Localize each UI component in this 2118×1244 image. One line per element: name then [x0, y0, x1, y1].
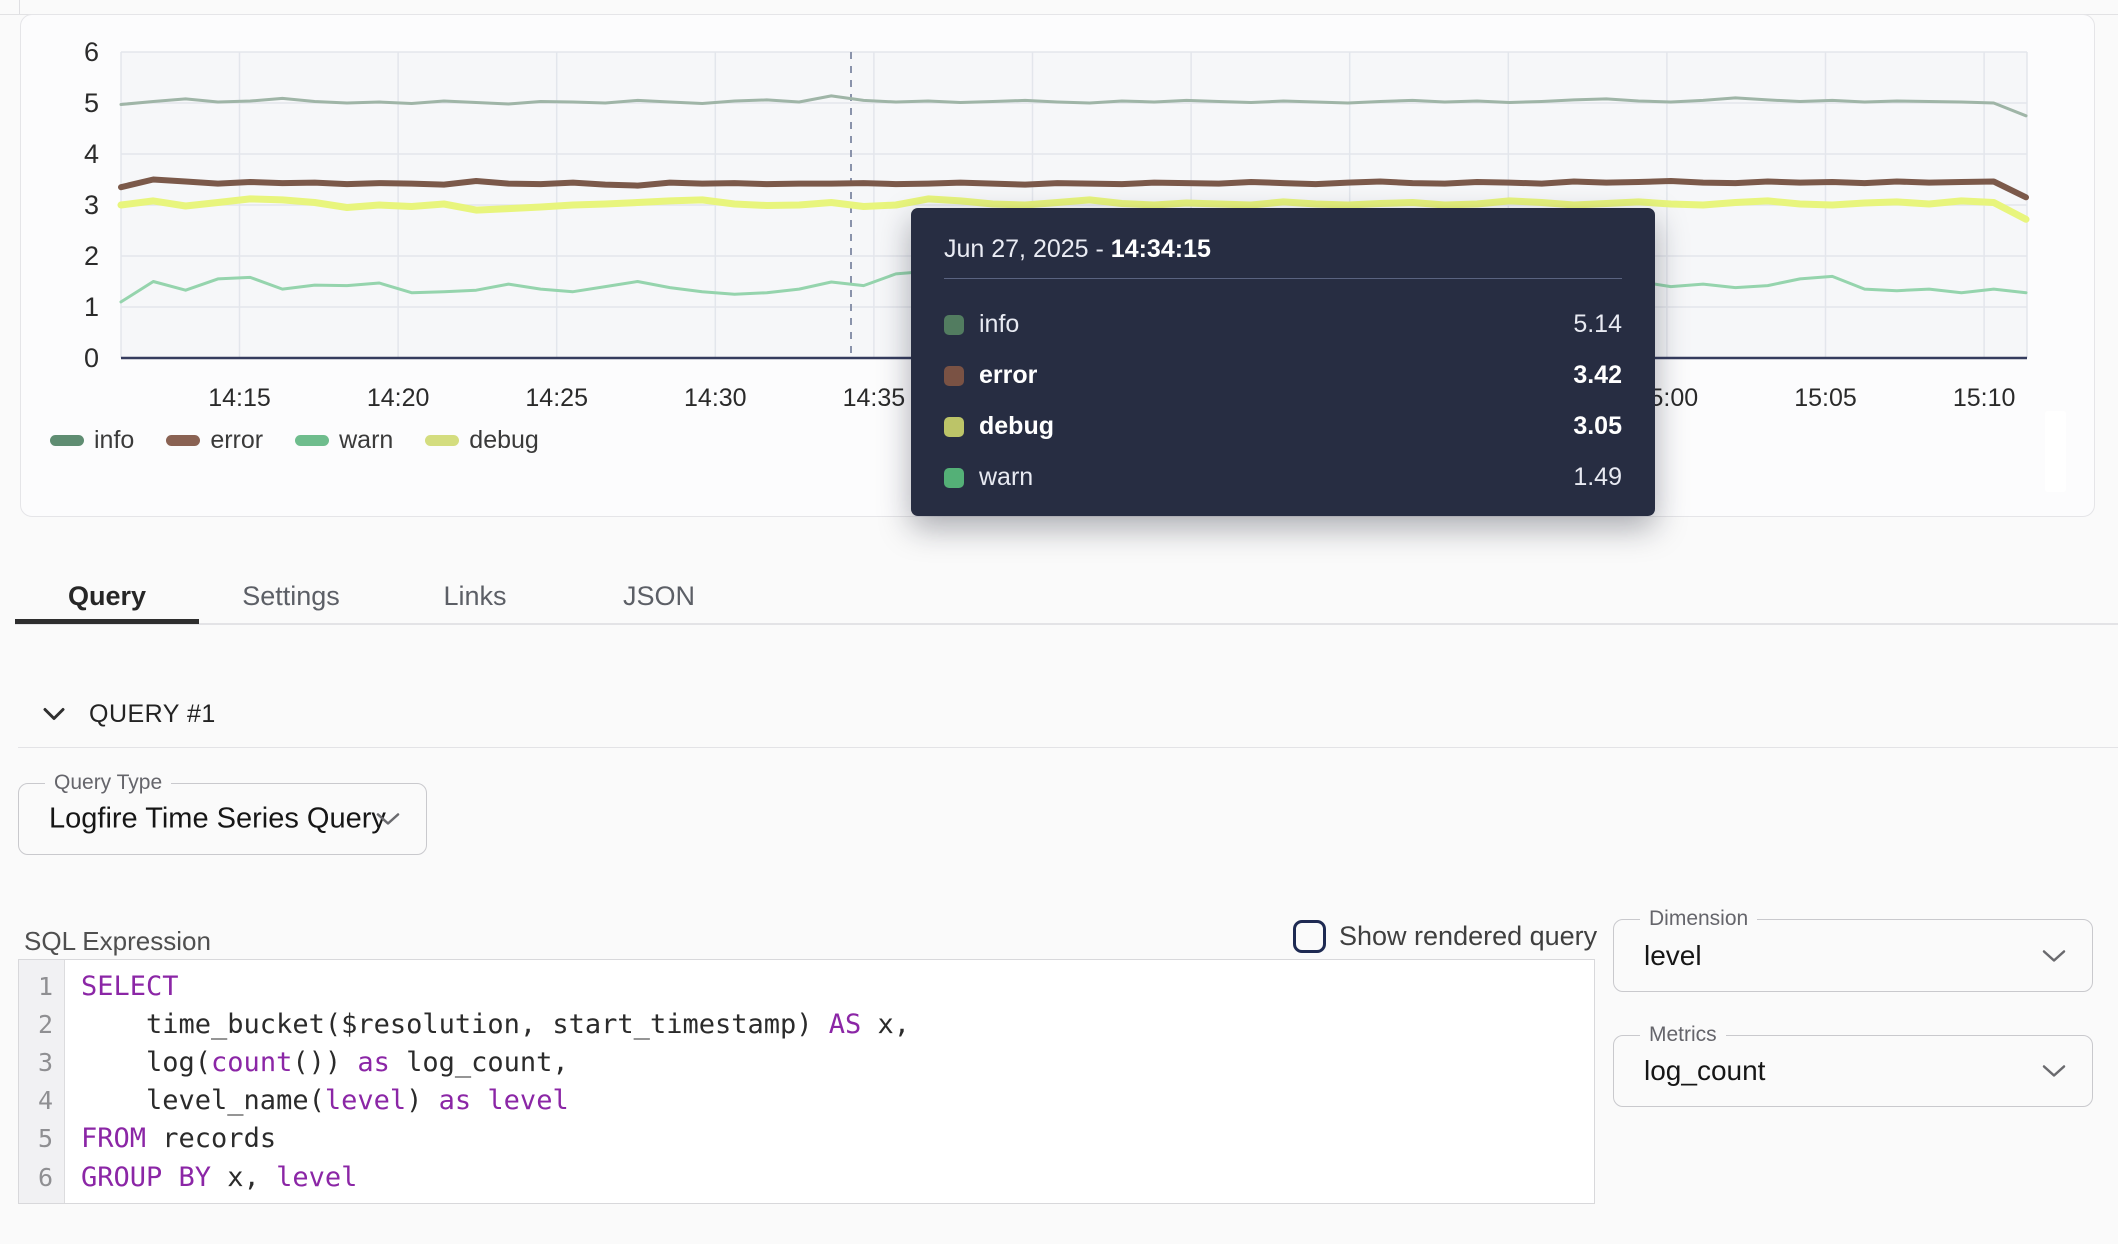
tooltip-swatch-info	[944, 315, 964, 335]
query-section-header[interactable]: QUERY #1	[43, 699, 216, 729]
tooltip-series-value: 3.42	[1573, 361, 1622, 390]
code-text: time_bucket($resolution, start_timestamp…	[81, 1009, 910, 1040]
tooltip-swatch-debug	[944, 417, 964, 437]
legend-label: debug	[469, 426, 539, 455]
tooltip-swatch-warn	[944, 468, 964, 488]
svg-text:0: 0	[84, 343, 99, 373]
legend-label: error	[210, 426, 263, 455]
tooltip-row-info: info5.14	[944, 299, 1622, 350]
tooltip-series-label: info	[979, 310, 1573, 339]
chart-legend: info error warn debug	[50, 426, 539, 455]
svg-text:14:35: 14:35	[843, 384, 906, 412]
legend-swatch-debug	[425, 435, 459, 446]
svg-text:14:30: 14:30	[684, 384, 747, 412]
dimension-value: level	[1644, 940, 1702, 972]
sql-expression-label: SQL Expression	[24, 926, 211, 957]
code-line[interactable]: 5 FROM records	[19, 1120, 1594, 1158]
query-type-value: Logfire Time Series Query	[49, 803, 386, 836]
svg-text:15:10: 15:10	[1953, 384, 2016, 412]
tabs-divider	[15, 623, 2118, 625]
line-number: 6	[19, 1163, 64, 1192]
code-text: GROUP BY x, level	[81, 1162, 357, 1193]
section-divider	[18, 747, 2118, 748]
tooltip-swatch-error	[944, 366, 964, 386]
tooltip-series-value: 3.05	[1573, 412, 1622, 441]
legend-item-info[interactable]: info	[50, 426, 134, 455]
query-section-title: QUERY #1	[89, 700, 216, 729]
code-text: level_name(level) as level	[81, 1085, 569, 1116]
svg-text:14:20: 14:20	[367, 384, 430, 412]
chevron-down-icon	[2042, 1064, 2066, 1078]
tooltip-divider	[944, 278, 1622, 279]
query-type-label: Query Type	[45, 771, 171, 795]
legend-item-warn[interactable]: warn	[295, 426, 393, 455]
scrollbar-thumb[interactable]	[2045, 411, 2066, 492]
checkbox[interactable]	[1293, 920, 1326, 953]
active-tab-underline	[15, 619, 199, 624]
svg-text:6: 6	[84, 37, 99, 67]
code-line[interactable]: 6 GROUP BY x, level	[19, 1158, 1594, 1196]
code-line[interactable]: 2 time_bucket($resolution, start_timesta…	[19, 1005, 1594, 1043]
page: 012345614:1514:2014:2514:3014:3514:4014:…	[0, 0, 2118, 1244]
tab-settings[interactable]: Settings	[199, 573, 383, 620]
tab-json[interactable]: JSON	[567, 573, 751, 620]
legend-label: info	[94, 426, 134, 455]
code-line[interactable]: 1 SELECT	[19, 967, 1594, 1005]
legend-swatch-warn	[295, 435, 329, 446]
tooltip-row-error: error3.42	[944, 350, 1622, 401]
tooltip-series-label: warn	[979, 463, 1573, 492]
svg-text:5: 5	[84, 88, 99, 118]
metrics-value: log_count	[1644, 1055, 1765, 1087]
panel-tabs: QuerySettingsLinksJSON	[15, 573, 751, 620]
code-line[interactable]: 4 level_name(level) as level	[19, 1082, 1594, 1120]
legend-label: warn	[339, 426, 393, 455]
tab-links[interactable]: Links	[383, 573, 567, 620]
code-text: FROM records	[81, 1123, 276, 1154]
line-number: 4	[19, 1086, 64, 1115]
tooltip-row-warn: warn1.49	[944, 452, 1622, 503]
tooltip-series-value: 5.14	[1573, 310, 1622, 339]
legend-swatch-error	[166, 435, 200, 446]
legend-swatch-info	[50, 435, 84, 446]
legend-item-debug[interactable]: debug	[425, 426, 539, 455]
dimension-label: Dimension	[1640, 907, 1757, 931]
checkbox-label: Show rendered query	[1339, 920, 1597, 953]
svg-text:14:25: 14:25	[525, 384, 588, 412]
chevron-down-icon	[2042, 949, 2066, 963]
metrics-select[interactable]: Metrics log_count	[1613, 1035, 2093, 1107]
chevron-down-icon	[43, 707, 65, 721]
svg-text:15:05: 15:05	[1794, 384, 1857, 412]
query-type-select[interactable]: Query Type Logfire Time Series Query	[18, 783, 427, 855]
chart-tooltip: Jun 27, 2025 - 14:34:15 info5.14error3.4…	[911, 208, 1655, 516]
tooltip-timestamp: Jun 27, 2025 - 14:34:15	[944, 235, 1622, 264]
svg-text:1: 1	[84, 292, 99, 322]
code-text: SELECT	[81, 971, 179, 1002]
svg-text:2: 2	[84, 241, 99, 271]
dimension-select[interactable]: Dimension level	[1613, 919, 2093, 992]
metrics-label: Metrics	[1640, 1023, 1726, 1047]
code-text: log(count()) as log_count,	[81, 1047, 569, 1078]
line-number: 2	[19, 1010, 64, 1039]
tooltip-series-label: debug	[979, 412, 1573, 441]
code-line[interactable]: 3 log(count()) as log_count,	[19, 1043, 1594, 1081]
tooltip-rows: info5.14error3.42debug3.05warn1.49	[944, 299, 1622, 503]
show-rendered-query-toggle[interactable]: Show rendered query	[1293, 920, 1597, 953]
chevron-down-icon	[376, 812, 400, 826]
tab-query[interactable]: Query	[15, 573, 199, 620]
svg-text:3: 3	[84, 190, 99, 220]
tooltip-series-label: error	[979, 361, 1573, 390]
svg-text:4: 4	[84, 139, 99, 169]
tooltip-row-debug: debug3.05	[944, 401, 1622, 452]
line-number: 3	[19, 1048, 64, 1077]
legend-item-error[interactable]: error	[166, 426, 263, 455]
line-number: 5	[19, 1124, 64, 1153]
svg-text:14:15: 14:15	[208, 384, 271, 412]
tooltip-series-value: 1.49	[1573, 463, 1622, 492]
sql-code-editor[interactable]: 1SELECT2 time_bucket($resolution, start_…	[18, 959, 1595, 1204]
line-number: 1	[19, 972, 64, 1001]
